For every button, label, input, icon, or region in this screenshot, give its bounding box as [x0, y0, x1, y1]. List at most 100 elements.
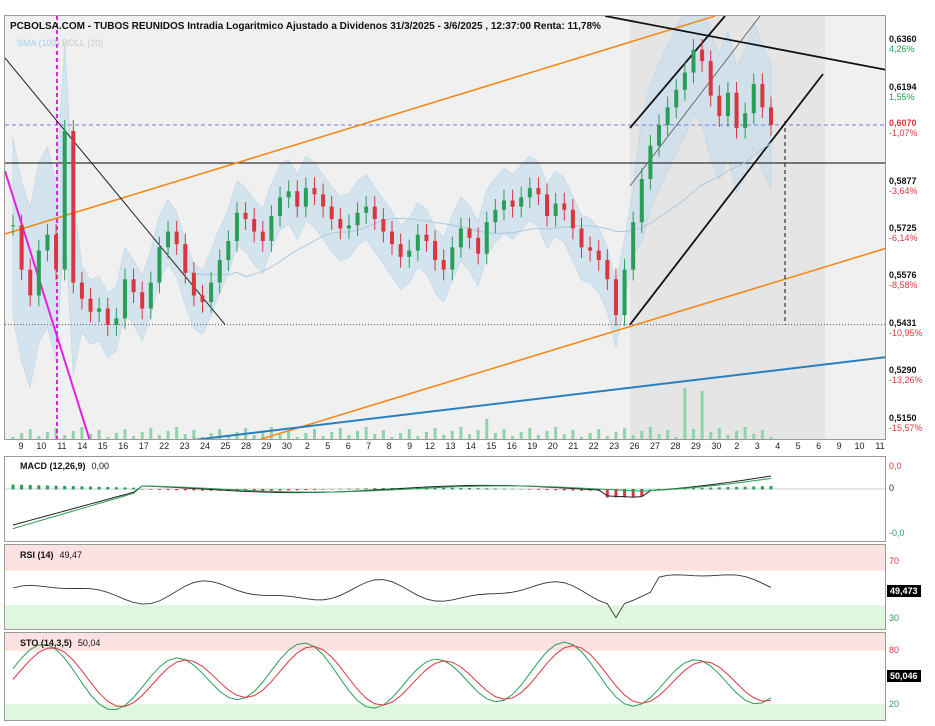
- macd-histogram-bar: [106, 487, 110, 490]
- volume-bar: [295, 437, 299, 439]
- price-tick: 0,6070 -1,07%: [889, 117, 918, 138]
- macd-chart[interactable]: [5, 457, 886, 542]
- price-panel[interactable]: PCBOLSA.COM - TUBOS REUNIDOS Intradia Lo…: [4, 15, 886, 440]
- macd-title: MACD (12,26,9) 0,00: [20, 461, 109, 471]
- volume-bar: [709, 432, 713, 439]
- candle-body: [648, 145, 653, 180]
- volume-bar: [623, 428, 627, 439]
- candle-body: [381, 219, 386, 232]
- rsi-tick-70: 70: [889, 556, 900, 566]
- x-tick-label: 11: [875, 441, 885, 451]
- x-tick-label: 28: [240, 441, 251, 451]
- volume-bar: [726, 435, 730, 439]
- sto-panel[interactable]: STO (14,3,5) 50,04: [4, 632, 886, 721]
- sto-oversold-band: [5, 704, 885, 720]
- volume-bar: [433, 428, 437, 439]
- volume-bar: [321, 436, 325, 439]
- macd-histogram-bar: [183, 489, 187, 491]
- candle-body: [700, 49, 705, 62]
- volume-bar: [416, 436, 420, 439]
- macd-histogram-bar: [157, 489, 161, 490]
- volume-bar: [304, 433, 308, 439]
- volume-bar: [442, 435, 446, 439]
- candle-body: [613, 279, 618, 316]
- sto-chart[interactable]: [5, 633, 886, 721]
- rsi-panel[interactable]: RSI (14) 49,47: [4, 544, 886, 630]
- x-tick-label: 21: [568, 441, 579, 451]
- volume-bar: [657, 434, 661, 439]
- price-tick: 0,6194 1,55%: [889, 81, 917, 102]
- legend-sma: SMA (100): [17, 38, 60, 48]
- volume-bar: [571, 430, 575, 439]
- candle-body: [183, 244, 188, 273]
- candle-body: [424, 234, 429, 242]
- volume-bar: [562, 434, 566, 439]
- candle-body: [269, 215, 274, 242]
- candle-body: [415, 234, 420, 251]
- macd-panel[interactable]: MACD (12,26,9) 0,00: [4, 456, 886, 542]
- candle-body: [295, 191, 300, 207]
- macd-histogram-bar: [562, 489, 566, 491]
- candle-body: [519, 197, 524, 207]
- candle-body: [200, 295, 205, 302]
- candle-body: [346, 225, 351, 229]
- candle-body: [88, 298, 93, 312]
- candle-body: [398, 244, 403, 257]
- volume-bar: [123, 429, 127, 439]
- volume-bar: [45, 432, 49, 439]
- volume-bar: [157, 435, 161, 439]
- x-tick-label: 26: [629, 441, 640, 451]
- candle-body: [734, 92, 739, 128]
- candle-body: [390, 231, 394, 245]
- x-tick-label: 30: [711, 441, 722, 451]
- candle-body: [501, 200, 506, 210]
- volume-bar: [192, 430, 196, 439]
- volume-bar: [106, 437, 110, 439]
- sto-value: 50,04: [77, 638, 101, 648]
- macd-histogram-bar: [648, 489, 652, 490]
- candle-body: [476, 237, 481, 254]
- x-tick-label: 4: [775, 441, 781, 451]
- price-chart[interactable]: [5, 16, 886, 440]
- candle-body: [122, 279, 127, 319]
- macd-histogram-bar: [89, 486, 93, 490]
- volume-bar: [218, 429, 222, 439]
- volume-bar: [545, 431, 549, 439]
- volume-bar: [166, 431, 170, 439]
- indicator-legend: SMA (100) BOLL (20): [17, 38, 103, 48]
- volume-bar: [356, 431, 360, 439]
- candle-body: [631, 222, 636, 270]
- volume-bar: [63, 435, 67, 439]
- candle-body: [605, 260, 610, 280]
- chart-title: PCBOLSA.COM - TUBOS REUNIDOS Intradia Lo…: [10, 21, 601, 32]
- x-tick-label: 15: [486, 441, 497, 451]
- candle-body: [114, 318, 119, 325]
- volume-bar: [390, 437, 394, 439]
- x-tick-label: 9: [407, 441, 413, 451]
- price-tick: 0,5576 -8,58%: [889, 270, 918, 291]
- candle-body: [140, 292, 145, 309]
- macd-histogram-bar: [11, 484, 15, 490]
- macd-histogram-bar: [330, 489, 334, 490]
- candle-body: [674, 89, 679, 108]
- macd-histogram-bar: [743, 486, 747, 490]
- macd-histogram-bar: [373, 488, 377, 490]
- volume-bar: [554, 427, 558, 439]
- macd-histogram-bar: [304, 489, 308, 491]
- x-tick-label: 2: [304, 441, 310, 451]
- macd-tick-zero: 0: [889, 483, 895, 493]
- macd-signal-line: [12, 477, 772, 530]
- volume-bar: [493, 433, 497, 439]
- candle-body: [157, 247, 162, 283]
- macd-histogram-bar: [312, 489, 316, 490]
- rsi-chart[interactable]: [5, 545, 886, 630]
- candle-body: [407, 250, 412, 257]
- macd-histogram-bar: [54, 485, 58, 490]
- candle-body: [562, 203, 567, 210]
- sto-title: STO (14,3,5) 50,04: [20, 638, 100, 648]
- x-tick-label: 7: [366, 441, 372, 451]
- volume-bar: [149, 428, 153, 439]
- x-tick-label: 9: [18, 441, 24, 451]
- volume-bar: [769, 437, 773, 439]
- macd-histogram-bar: [175, 489, 179, 491]
